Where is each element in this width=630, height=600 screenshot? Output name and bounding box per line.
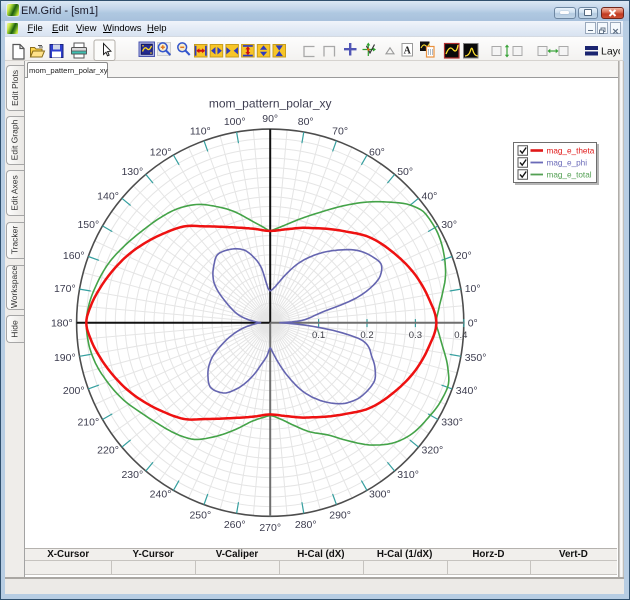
svg-text:300°: 300° (369, 489, 391, 501)
svg-text:330°: 330° (441, 416, 463, 428)
svg-text:mag_e_phi: mag_e_phi (547, 159, 588, 168)
svg-text:220°: 220° (97, 445, 119, 457)
svg-text:120°: 120° (150, 147, 172, 159)
svg-text:20°: 20° (456, 250, 472, 262)
svg-text:0.4: 0.4 (454, 330, 467, 341)
svg-text:Layout: Layout (601, 46, 620, 58)
svg-text:40°: 40° (422, 191, 438, 203)
svg-text:160°: 160° (63, 250, 85, 262)
svg-text:mag_e_theta: mag_e_theta (547, 147, 595, 156)
svg-text:320°: 320° (422, 445, 444, 457)
svg-text:290°: 290° (329, 510, 351, 522)
svg-text:210°: 210° (77, 416, 99, 428)
svg-text:0°: 0° (468, 318, 478, 330)
svg-text:50°: 50° (397, 166, 413, 178)
svg-text:mom_pattern_polar_xy: mom_pattern_polar_xy (209, 97, 332, 111)
svg-text:250°: 250° (189, 510, 211, 522)
svg-text:90°: 90° (262, 113, 278, 125)
svg-text:80°: 80° (298, 116, 314, 128)
svg-text:270°: 270° (259, 522, 281, 534)
svg-text:280°: 280° (295, 519, 317, 531)
svg-text:140°: 140° (97, 191, 119, 203)
svg-text:0.3: 0.3 (409, 330, 422, 341)
svg-text:230°: 230° (121, 469, 143, 481)
svg-text:130°: 130° (121, 166, 143, 178)
svg-text:150°: 150° (77, 219, 99, 231)
svg-text:A: A (404, 46, 412, 57)
svg-text:170°: 170° (54, 283, 76, 295)
svg-text:30°: 30° (441, 219, 457, 231)
svg-text:200°: 200° (63, 385, 85, 397)
svg-text:10°: 10° (465, 283, 481, 295)
svg-text:260°: 260° (224, 519, 246, 531)
svg-text:70°: 70° (332, 125, 348, 137)
svg-text:310°: 310° (397, 469, 419, 481)
svg-text:180°: 180° (51, 318, 73, 330)
svg-text:0.1: 0.1 (312, 330, 325, 341)
svg-text:340°: 340° (456, 385, 478, 397)
svg-text:350°: 350° (465, 352, 487, 364)
svg-text:100°: 100° (224, 116, 246, 128)
svg-text:190°: 190° (54, 352, 76, 364)
svg-text:110°: 110° (190, 125, 211, 137)
svg-text:240°: 240° (150, 489, 172, 501)
svg-text:60°: 60° (369, 147, 385, 159)
svg-text:mag_e_total: mag_e_total (547, 171, 592, 180)
svg-text:0.2: 0.2 (360, 330, 373, 341)
